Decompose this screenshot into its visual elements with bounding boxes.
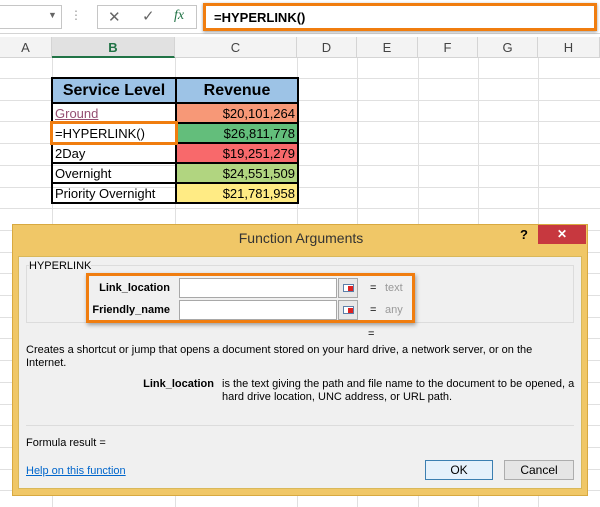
dialog-title: Function Arguments [238,230,364,246]
column-header-h[interactable]: H [538,37,600,58]
function-description: Creates a shortcut or jump that opens a … [26,344,533,369]
gridline [0,208,600,210]
column-header-b[interactable]: B [52,37,175,58]
fx-icon[interactable]: fx [174,8,184,24]
chevron-down-icon[interactable]: ▼ [48,10,57,20]
splitter-handle[interactable]: ⋮ [70,8,82,22]
column-header-d[interactable]: D [297,37,357,58]
revenue-cell[interactable]: $24,551,509 [175,162,299,184]
arg-label-friendly-name: Friendly_name [92,304,170,316]
table-row: Priority Overnight $21,781,958 [51,182,299,204]
table-row: =HYPERLINK() $26,811,778 [50,121,299,145]
column-header-e[interactable]: E [357,37,418,58]
range-select-icon[interactable] [338,278,358,298]
hyperlink-cell[interactable]: Ground [51,102,177,124]
check-icon[interactable]: ✓ [142,7,155,25]
revenue-cell[interactable]: $20,101,264 [175,102,299,124]
help-link[interactable]: Help on this function [26,465,126,477]
revenue-cell[interactable]: $19,251,279 [175,142,299,164]
formula-result: Formula result = [26,437,106,449]
equals-sign: = [370,304,377,316]
header-revenue: Revenue [175,77,299,104]
dialog-body: HYPERLINK Link_location = text Friendly_… [18,256,582,489]
formula-buttons: ✕ ✓ fx [97,5,197,29]
label-cell[interactable]: Priority Overnight [51,182,177,204]
label-cell[interactable]: Overnight [51,162,177,184]
arg-help-text: is the text giving the path and file nam… [222,378,575,403]
formula-bar: ▼ ⋮ ✕ ✓ fx =HYPERLINK() [0,0,600,34]
formula-input[interactable]: =HYPERLINK() [203,3,597,31]
active-cell[interactable]: =HYPERLINK() [50,121,178,145]
column-header-f[interactable]: F [418,37,478,58]
column-header-c[interactable]: C [175,37,297,58]
column-header-g[interactable]: G [478,37,538,58]
revenue-table: Service Level Revenue Ground $20,101,264 =… [50,77,299,204]
cancel-button[interactable]: Cancel [504,460,574,480]
table-row: Ground $20,101,264 [51,102,299,124]
ok-button[interactable]: OK [425,460,493,480]
link-location-input[interactable] [179,278,337,298]
revenue-cell[interactable]: $21,781,958 [175,182,299,204]
arg-type-hint: any [385,304,403,316]
close-button[interactable]: ✕ [538,225,586,244]
arg-help-name: Link_location [143,378,214,390]
name-box[interactable]: ▼ [0,5,62,29]
revenue-cell[interactable]: $26,811,778 [175,122,299,144]
help-icon[interactable]: ? [520,227,528,242]
column-header-a[interactable]: A [0,37,52,58]
table-row: Overnight $24,551,509 [51,162,299,184]
arg-label-link-location: Link_location [99,282,170,294]
x-icon[interactable]: ✕ [108,8,121,26]
friendly-name-input[interactable] [179,300,337,320]
arg-type-hint: text [385,282,403,294]
function-name: HYPERLINK [29,260,92,272]
result-equals: = [368,328,375,340]
label-cell[interactable]: 2Day [51,142,177,164]
column-headers: A B C D E F G H [0,37,600,58]
header-service-level: Service Level [51,77,177,104]
table-row: 2Day $19,251,279 [51,142,299,164]
equals-sign: = [370,282,377,294]
divider [26,425,574,426]
range-select-icon[interactable] [338,300,358,320]
